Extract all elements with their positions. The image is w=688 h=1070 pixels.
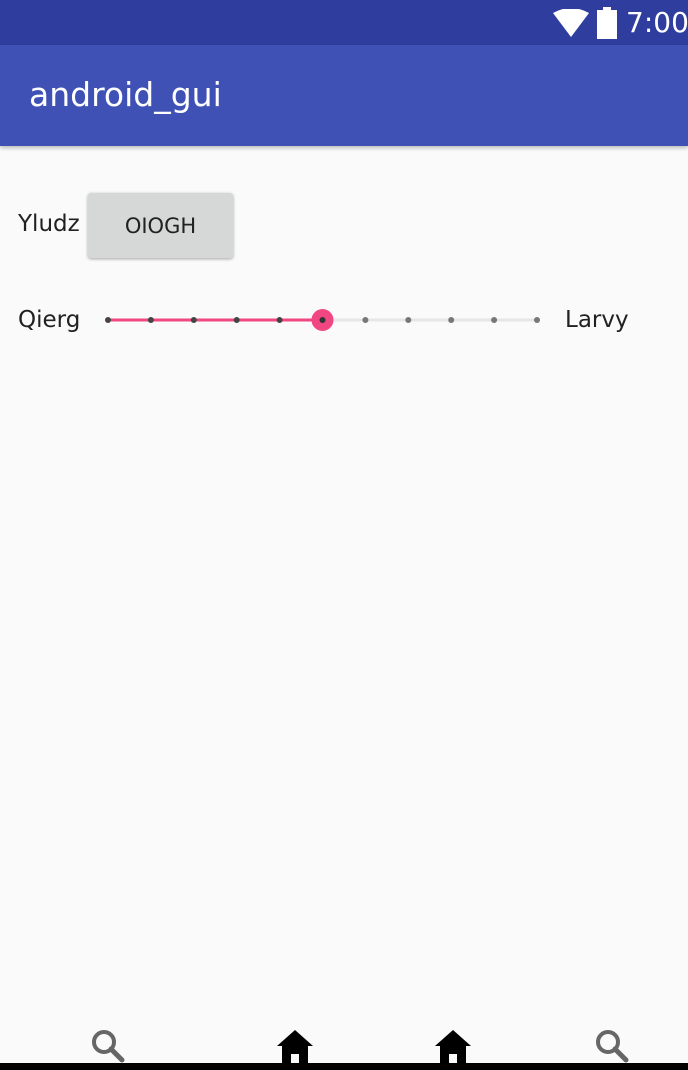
seekbar-tick	[190, 317, 197, 323]
home-icon[interactable]	[433, 1026, 473, 1066]
seekbar-tick	[233, 317, 240, 323]
qierg-label: Qierg	[18, 307, 81, 333]
wifi-icon	[553, 9, 589, 37]
app-bar: android_gui	[0, 45, 688, 146]
seekbar-tick	[491, 317, 498, 323]
screen: 7:00 android_gui Yludz OIOGH Qierg Larvy	[0, 0, 688, 1070]
battery-icon	[597, 7, 617, 39]
seekbar-tick	[405, 317, 412, 323]
seekbar-tick	[147, 317, 154, 323]
seekbar-tick	[534, 317, 540, 323]
yludz-label: Yludz	[18, 211, 80, 237]
seekbar-tick	[105, 317, 111, 323]
home-icon[interactable]	[275, 1026, 315, 1066]
status-bar: 7:00	[0, 0, 688, 45]
search-icon[interactable]	[88, 1026, 128, 1066]
app-title: android_gui	[29, 75, 222, 114]
status-clock: 7:00	[626, 6, 688, 39]
system-nav-bar	[0, 1063, 688, 1070]
discrete-seekbar[interactable]	[100, 305, 550, 335]
seekbar-tick	[276, 317, 283, 323]
oiogh-button[interactable]: OIOGH	[88, 193, 233, 258]
seekbar-tick	[362, 317, 369, 323]
seekbar-tick	[448, 317, 455, 323]
larvy-label: Larvy	[565, 307, 629, 333]
search-icon[interactable]	[592, 1026, 632, 1066]
seekbar-thumb-tick	[319, 317, 326, 323]
